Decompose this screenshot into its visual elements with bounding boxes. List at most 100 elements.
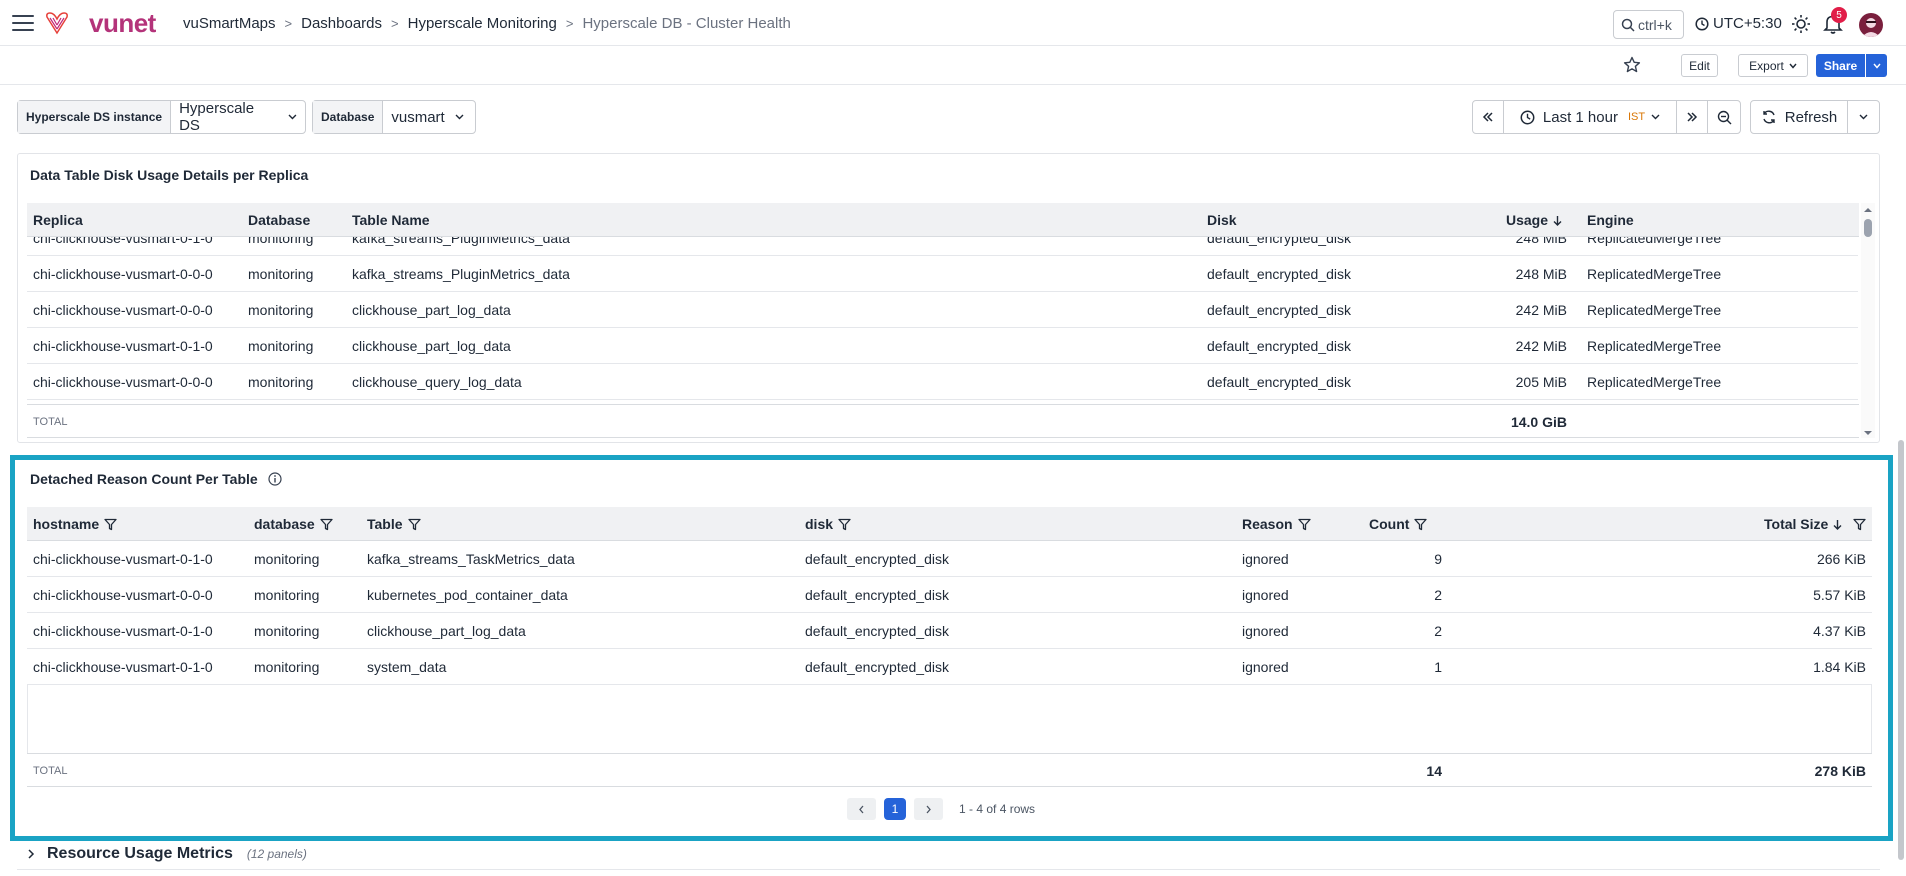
export-button-label: Export [1749,58,1784,73]
variable-select-database[interactable]: vusmart [383,101,475,133]
page-scrollbar[interactable] [1898,440,1904,860]
cell-database: monitoring [254,623,320,639]
next-page-button[interactable] [914,798,943,820]
total-size: 278 KiB [1814,763,1866,779]
cell-table-name: clickhouse_part_log_data [352,338,511,354]
prev-page-button[interactable] [847,798,876,820]
time-shift-forward-button[interactable] [1677,101,1708,133]
table-empty-area [27,685,1872,753]
column-header-count[interactable]: Count [1369,507,1428,541]
column-header-total-size[interactable]: Total Size [1764,507,1866,541]
chevron-right-icon [926,805,931,813]
column-header-table-name[interactable]: Table Name [352,203,430,237]
column-header-engine[interactable]: Engine [1587,203,1634,237]
table-row[interactable]: chi-clickhouse-vusmart-0-1-0 monitoring … [27,237,1858,256]
filter-icon[interactable] [407,518,421,531]
filter-icon[interactable] [838,518,851,531]
table-body: chi-clickhouse-vusmart-0-1-0 monitoring … [18,237,1858,404]
refresh-label: Refresh [1784,108,1838,126]
search-button[interactable]: ctrl+k [1613,10,1684,39]
table-row[interactable]: chi-clickhouse-vusmart-0-0-0 monitoring … [27,577,1872,613]
table-row[interactable]: chi-clickhouse-vusmart-0-0-0 monitoring … [27,256,1858,292]
column-header-disk[interactable]: Disk [1207,203,1237,237]
breadcrumb-vusmartmaps[interactable]: vuSmartMaps [183,15,276,32]
detached-reason-panel: Detached Reason Count Per Table hostname… [17,457,1880,837]
cell-table: clickhouse_part_log_data [367,623,526,639]
cell-disk: default_encrypted_disk [805,659,949,675]
chevron-down-icon [288,114,297,120]
variable-hyperscale-ds-instance: Hyperscale DS instance Hyperscale DS [17,100,307,134]
refresh-icon [1763,110,1775,124]
brand-logo[interactable]: vunet [89,8,156,39]
share-button[interactable]: Share [1816,54,1865,77]
breadcrumb-dashboards[interactable]: Dashboards [301,15,382,32]
table-total-row: TOTAL 14.0 GiB [27,404,1859,438]
table-row[interactable]: chi-clickhouse-vusmart-0-1-0 monitoring … [27,541,1872,577]
table-row[interactable]: chi-clickhouse-vusmart-0-1-0 monitoring … [27,613,1872,649]
cell-replica: chi-clickhouse-vusmart-0-1-0 [33,237,213,246]
column-header-disk[interactable]: disk [805,507,851,541]
column-header-reason[interactable]: Reason [1242,507,1311,541]
table-scrollbar[interactable] [1861,203,1875,438]
edit-button[interactable]: Edit [1681,54,1718,77]
filter-icon[interactable] [1853,518,1866,531]
refresh-button[interactable]: Refresh [1751,101,1848,133]
notification-count-badge: 5 [1831,7,1847,23]
time-range-picker[interactable]: Last 1 hour IST [1504,101,1677,133]
time-shift-back-button[interactable] [1473,101,1504,133]
edit-button-label: Edit [1689,58,1710,73]
column-header-table[interactable]: Table [367,507,421,541]
column-header-database[interactable]: database [254,507,333,541]
theme-toggle-sun-icon[interactable] [1791,14,1811,34]
breadcrumb-hyperscale-monitoring[interactable]: Hyperscale Monitoring [408,15,557,32]
total-usage: 14.0 GiB [1510,414,1567,430]
breadcrumb-separator-icon: > [284,16,293,31]
cell-database: monitoring [248,237,314,246]
top-bar: vunet vuSmartMaps > Dashboards > Hypersc… [0,0,1906,46]
table-row[interactable]: chi-clickhouse-vusmart-0-0-0 monitoring … [27,364,1858,400]
cell-table-name: clickhouse_query_log_data [352,374,522,390]
table-row[interactable]: chi-clickhouse-vusmart-0-1-0 monitoring … [27,649,1872,685]
scrollbar-thumb[interactable] [1864,219,1872,237]
table-row[interactable]: chi-clickhouse-vusmart-0-0-0 monitoring … [27,292,1858,328]
column-header-replica[interactable]: Replica [33,203,83,237]
export-button[interactable]: Export [1738,54,1808,77]
cell-reason: ignored [1242,623,1289,639]
filter-icon[interactable] [320,518,333,531]
filter-icon[interactable] [1297,518,1311,531]
cell-table-name: kafka_streams_PluginMetrics_data [352,266,570,282]
timezone-button[interactable]: UTC+5:30 [1695,15,1782,32]
cell-count: 9 [1434,551,1442,567]
share-options-button[interactable] [1866,54,1887,77]
breadcrumb-separator-icon: > [391,16,399,31]
column-header-database[interactable]: Database [248,203,310,237]
info-icon[interactable] [268,472,282,486]
sort-desc-arrow-icon [1553,215,1562,226]
time-range-label: Last 1 hour [1542,108,1618,126]
table-row[interactable]: chi-clickhouse-vusmart-0-1-0 monitoring … [27,328,1858,364]
cell-hostname: chi-clickhouse-vusmart-0-1-0 [33,551,213,567]
cell-replica: chi-clickhouse-vusmart-0-0-0 [33,374,213,390]
zoom-out-icon [1717,110,1731,124]
user-avatar[interactable] [1859,13,1883,37]
column-header-hostname[interactable]: hostname [33,507,117,541]
collapsed-row-resource-usage-metrics[interactable]: Resource Usage Metrics (12 panels) [17,838,1880,870]
search-icon [1621,18,1635,32]
variable-select-hyperscale-ds[interactable]: Hyperscale DS [171,100,305,134]
cell-disk: default_encrypted_disk [805,551,949,567]
filter-icon[interactable] [104,518,117,531]
column-header-usage[interactable]: Usage [1506,203,1562,237]
menu-icon[interactable] [12,15,34,31]
filter-icon[interactable] [1414,518,1428,531]
cell-table-name: kafka_streams_PluginMetrics_data [352,237,570,246]
favorite-star-icon[interactable] [1623,56,1641,74]
panel-title: Data Table Disk Usage Details per Replic… [30,167,309,183]
refresh-interval-dropdown[interactable] [1848,101,1879,133]
cell-engine: ReplicatedMergeTree [1587,374,1722,390]
page-number-button[interactable]: 1 [884,798,906,820]
vunet-logo-icon [46,12,68,35]
panel-title: Detached Reason Count Per Table [30,471,282,487]
disk-usage-panel: Data Table Disk Usage Details per Replic… [17,153,1880,443]
zoom-out-button[interactable] [1708,101,1740,133]
scroll-up-icon [1864,208,1872,212]
